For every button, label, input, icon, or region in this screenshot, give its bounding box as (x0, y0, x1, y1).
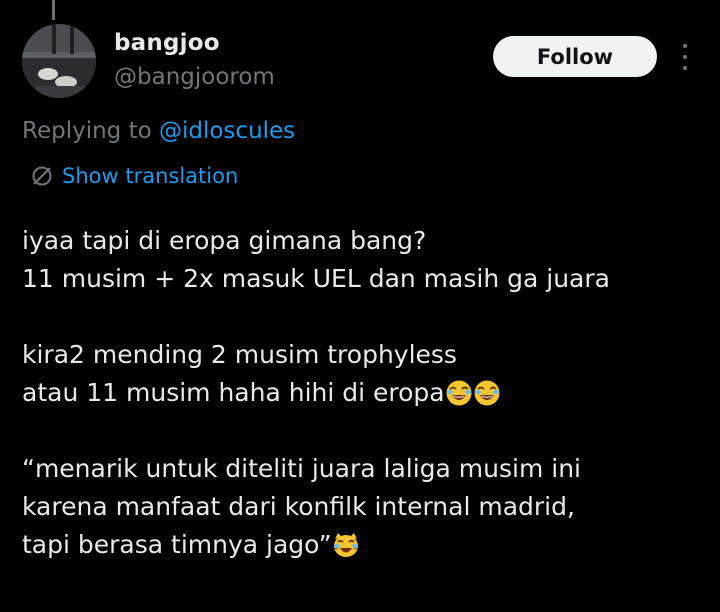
author-handle[interactable]: @bangjoorom (114, 64, 275, 90)
crying-laughing-cat-emoji (332, 533, 359, 557)
tweet-line-with-emoji: atau 11 musim haha hihi di eropa (22, 374, 712, 412)
tweet-line: 11 musim + 2x masuk UEL dan masih ga jua… (22, 264, 610, 293)
tweet-text: iyaa tapi di eropa gimana bang? 11 musim… (22, 222, 712, 564)
show-translation-button[interactable]: Show translation (30, 164, 238, 188)
tweet-line-text: tapi berasa timnya jago” (22, 530, 332, 559)
tweet-line: “menarik untuk diteliti juara laliga mus… (22, 454, 581, 483)
tweet-paragraph-gap (22, 298, 712, 336)
laughing-face-emoji (446, 380, 472, 406)
laughing-face-emoji (474, 380, 500, 406)
more-icon-dot (683, 44, 687, 48)
more-icon-dot (683, 66, 687, 70)
replying-to-label: Replying to (22, 118, 159, 144)
tweet-line: kira2 mending 2 musim trophyless (22, 340, 457, 369)
more-icon-dot (683, 55, 687, 59)
follow-button[interactable]: Follow (493, 36, 657, 77)
replying-to-line: Replying to @idloscules (22, 118, 295, 144)
thread-connector-line (52, 0, 55, 20)
reply-mention-link[interactable]: @idloscules (159, 118, 295, 144)
author-display-name[interactable]: bangjoo (114, 30, 220, 56)
tweet-line: karena manfaat dari konfilk internal mad… (22, 492, 575, 521)
show-translation-label: Show translation (62, 164, 239, 188)
globe-icon (32, 166, 52, 186)
tweet-line-with-emoji: tapi berasa timnya jago” (22, 526, 712, 564)
avatar-photo (22, 24, 96, 98)
tweet-line-text: atau 11 musim haha hihi di eropa (22, 378, 445, 407)
tweet-line: iyaa tapi di eropa gimana bang? (22, 226, 427, 255)
more-vertical-icon[interactable] (675, 44, 695, 70)
avatar[interactable] (22, 24, 96, 98)
tweet-paragraph-gap (22, 412, 712, 450)
